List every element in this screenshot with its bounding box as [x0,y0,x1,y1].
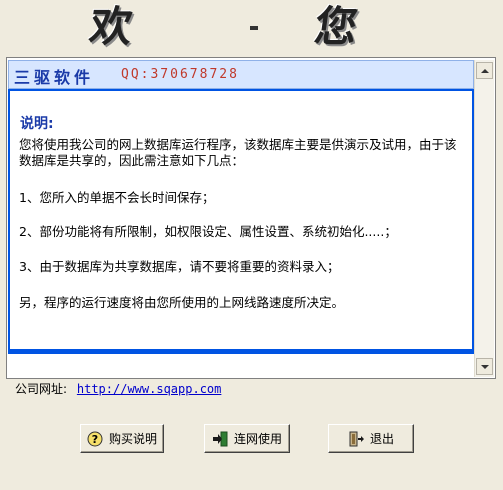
paragraph-point-2: 2、部份功能将有所限制，如权限设定、属性设置、系统初始化.....； [19,224,397,239]
exit-door-icon [349,431,364,446]
banner-char-welcome: 欢 [86,2,137,51]
website-label: 公司网址: [15,382,68,396]
exit-button[interactable]: 退出 [328,424,414,453]
paragraph-point-3: 3、由于数据库为共享数据库，请不要将重要的资料录入； [19,259,340,274]
company-name: 三驱软件 [14,68,95,87]
svg-text:?: ? [92,433,98,446]
panel-header: 三驱软件 QQ:370678728 [8,60,474,89]
content-area: 说明: 您将使用我公司的网上数据库运行程序，该数据库主要是供演示及试用，由于该数… [10,91,472,349]
arrow-up-icon [480,68,489,73]
website-link[interactable]: http://www.sqapp.com [77,382,222,396]
banner-dot [250,26,258,30]
qq-number: QQ:370678728 [121,67,239,82]
paragraph-point-1: 1、您所入的单据不会长时间保存； [19,190,215,205]
vertical-scrollbar[interactable] [474,60,494,377]
purchase-info-button[interactable]: ? 购买说明 [80,424,164,453]
paragraph-intro: 您将使用我公司的网上数据库运行程序，该数据库主要是供演示及试用，由于该数据库是共… [19,137,457,168]
exit-label: 退出 [369,432,394,446]
question-icon: ? [87,431,103,446]
online-use-label: 连网使用 [233,432,282,446]
website-row: 公司网址: http://www.sqapp.com [15,380,221,397]
welcome-banner: 欢 您 [0,0,503,56]
scroll-up-button[interactable] [476,62,493,79]
content-title: 说明: [20,116,54,132]
arrow-down-icon [480,364,489,369]
online-use-button[interactable]: 连网使用 [204,424,290,453]
enter-arrow-icon [212,431,228,446]
scroll-down-button[interactable] [476,358,493,375]
paragraph-note: 另，程序的运行速度将由您所使用的上网线路速度所决定。 [19,295,345,310]
banner-char-you: 您 [311,2,362,51]
purchase-info-label: 购买说明 [108,432,157,446]
